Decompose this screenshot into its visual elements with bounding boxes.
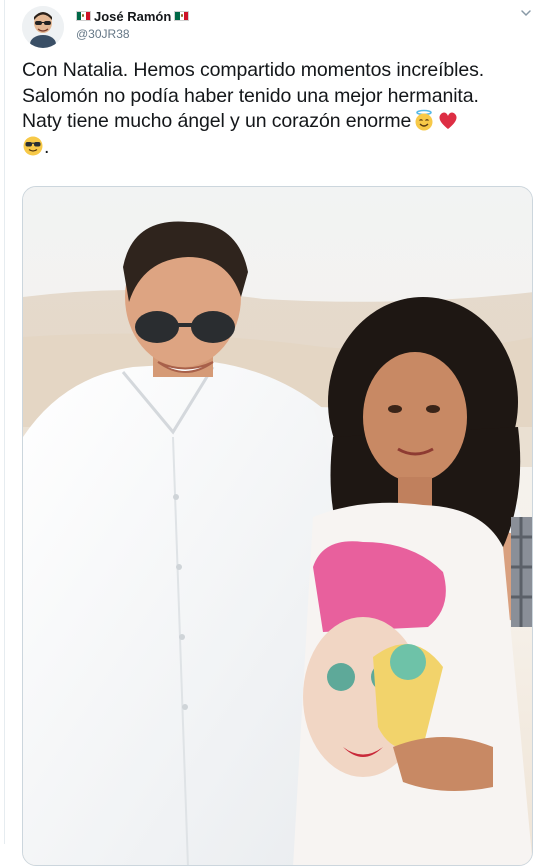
avatar[interactable]	[22, 6, 64, 48]
author-name-row[interactable]: José Ramón	[76, 8, 190, 24]
tweet-text: Con Natalia. Hemos compartido momentos i…	[22, 58, 532, 160]
chevron-down-icon[interactable]	[519, 6, 533, 20]
display-name[interactable]: José Ramón	[94, 9, 171, 24]
tweet-text-segment: .	[44, 135, 50, 158]
tweet-text-line: Naty tiene mucho ángel y un corazón enor…	[22, 109, 532, 135]
tweet-text-line: Con Natalia. Hemos compartido momentos i…	[22, 59, 485, 81]
timeline-divider	[4, 0, 5, 844]
tweet[interactable]: José Ramón @30JR38 Con Natalia. Hemos co…	[0, 0, 543, 866]
tweet-photo[interactable]	[22, 186, 533, 866]
photo-man-and-girl	[23, 187, 532, 865]
caricature-avatar-icon	[22, 6, 64, 48]
mexico-flag-icon	[174, 11, 190, 21]
mexico-flag-icon	[76, 11, 91, 21]
red-heart-emoji	[439, 112, 457, 129]
tweet-text-segment: Naty tiene mucho ángel y un corazón enor…	[22, 110, 412, 132]
smiling-face-with-sunglasses-emoji	[23, 136, 43, 155]
tweet-text-line: .	[22, 135, 532, 161]
tweet-text-line: Salomón no podía haber tenido una mejor …	[22, 84, 479, 107]
smiling-face-with-halo-emoji	[415, 109, 433, 131]
user-handle[interactable]: @30JR38	[76, 27, 130, 41]
